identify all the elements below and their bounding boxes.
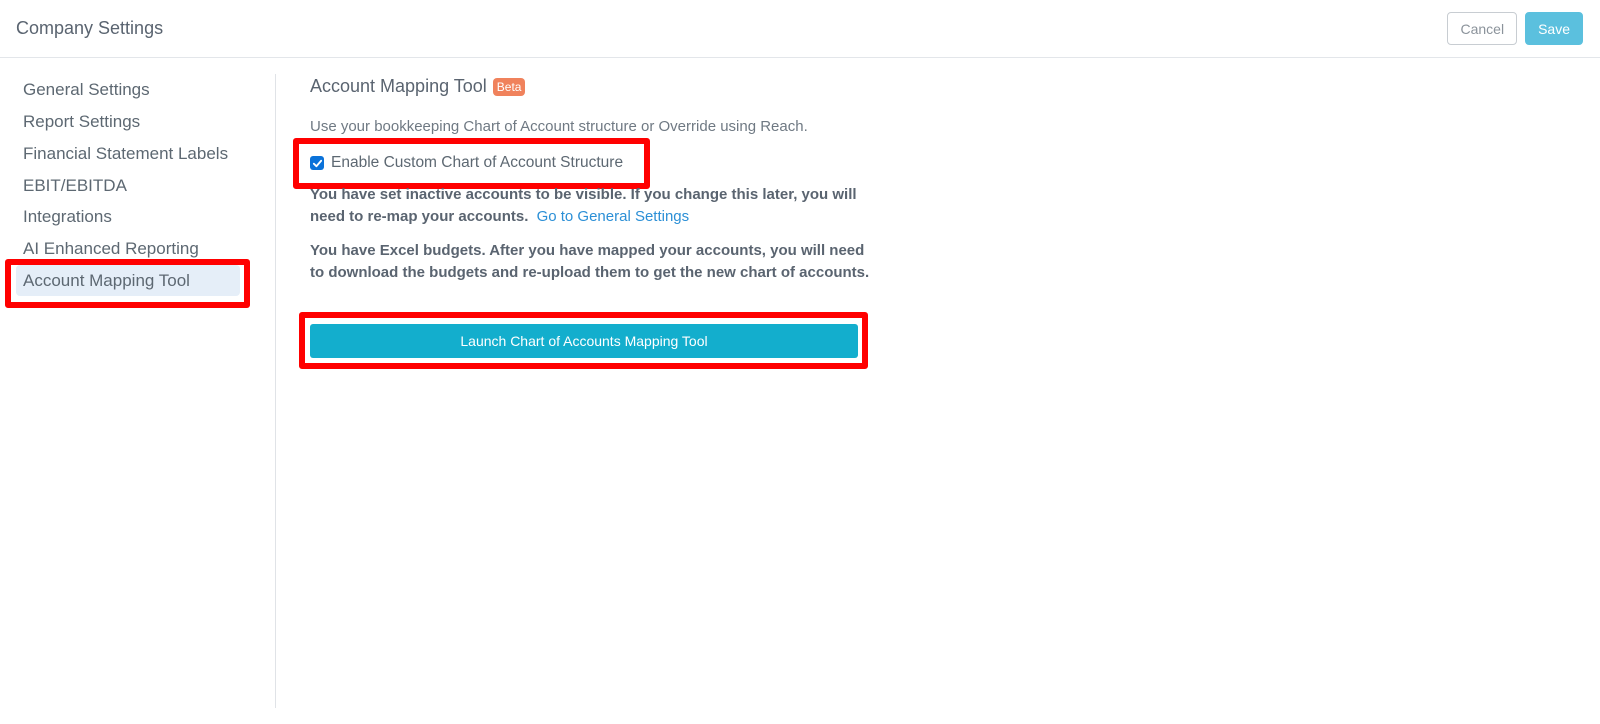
section-title-text: Account Mapping Tool <box>310 76 487 96</box>
checkbox-checked-icon[interactable] <box>310 156 324 170</box>
sidebar-item-report-settings[interactable]: Report Settings <box>16 106 242 137</box>
checkbox-label[interactable]: Enable Custom Chart of Account Structure <box>331 154 623 172</box>
excel-budgets-notice: You have Excel budgets. After you have m… <box>310 242 870 281</box>
sidebar-item-financial-statement-labels[interactable]: Financial Statement Labels <box>16 138 242 169</box>
sidebar-item-integrations[interactable]: Integrations <box>16 201 242 232</box>
inactive-accounts-notice: You have set inactive accounts to be vis… <box>310 184 870 228</box>
section-description: Use your bookkeeping Chart of Account st… <box>310 118 808 135</box>
settings-sidebar: General Settings Report Settings Financi… <box>0 74 276 708</box>
header-bar: Company Settings Cancel Save <box>0 0 1600 58</box>
sidebar-item-account-mapping-tool[interactable]: Account Mapping Tool <box>16 265 240 296</box>
custom-structure-checkbox-row[interactable]: Enable Custom Chart of Account Structure <box>310 154 623 172</box>
beta-badge: Beta <box>492 77 526 96</box>
save-button[interactable]: Save <box>1525 12 1583 45</box>
section-title: Account Mapping Tool Beta <box>310 76 526 97</box>
page-title: Company Settings <box>16 18 164 38</box>
sidebar-item-ebit-ebitda[interactable]: EBIT/EBITDA <box>16 170 242 201</box>
sidebar-item-general-settings[interactable]: General Settings <box>16 74 242 105</box>
general-settings-link[interactable]: Go to General Settings <box>537 208 690 225</box>
header-actions: Cancel Save <box>1447 12 1583 45</box>
launch-mapping-tool-button[interactable]: Launch Chart of Accounts Mapping Tool <box>310 324 858 358</box>
cancel-button[interactable]: Cancel <box>1447 12 1518 45</box>
sidebar-item-ai-enhanced-reporting[interactable]: AI Enhanced Reporting <box>16 233 242 264</box>
